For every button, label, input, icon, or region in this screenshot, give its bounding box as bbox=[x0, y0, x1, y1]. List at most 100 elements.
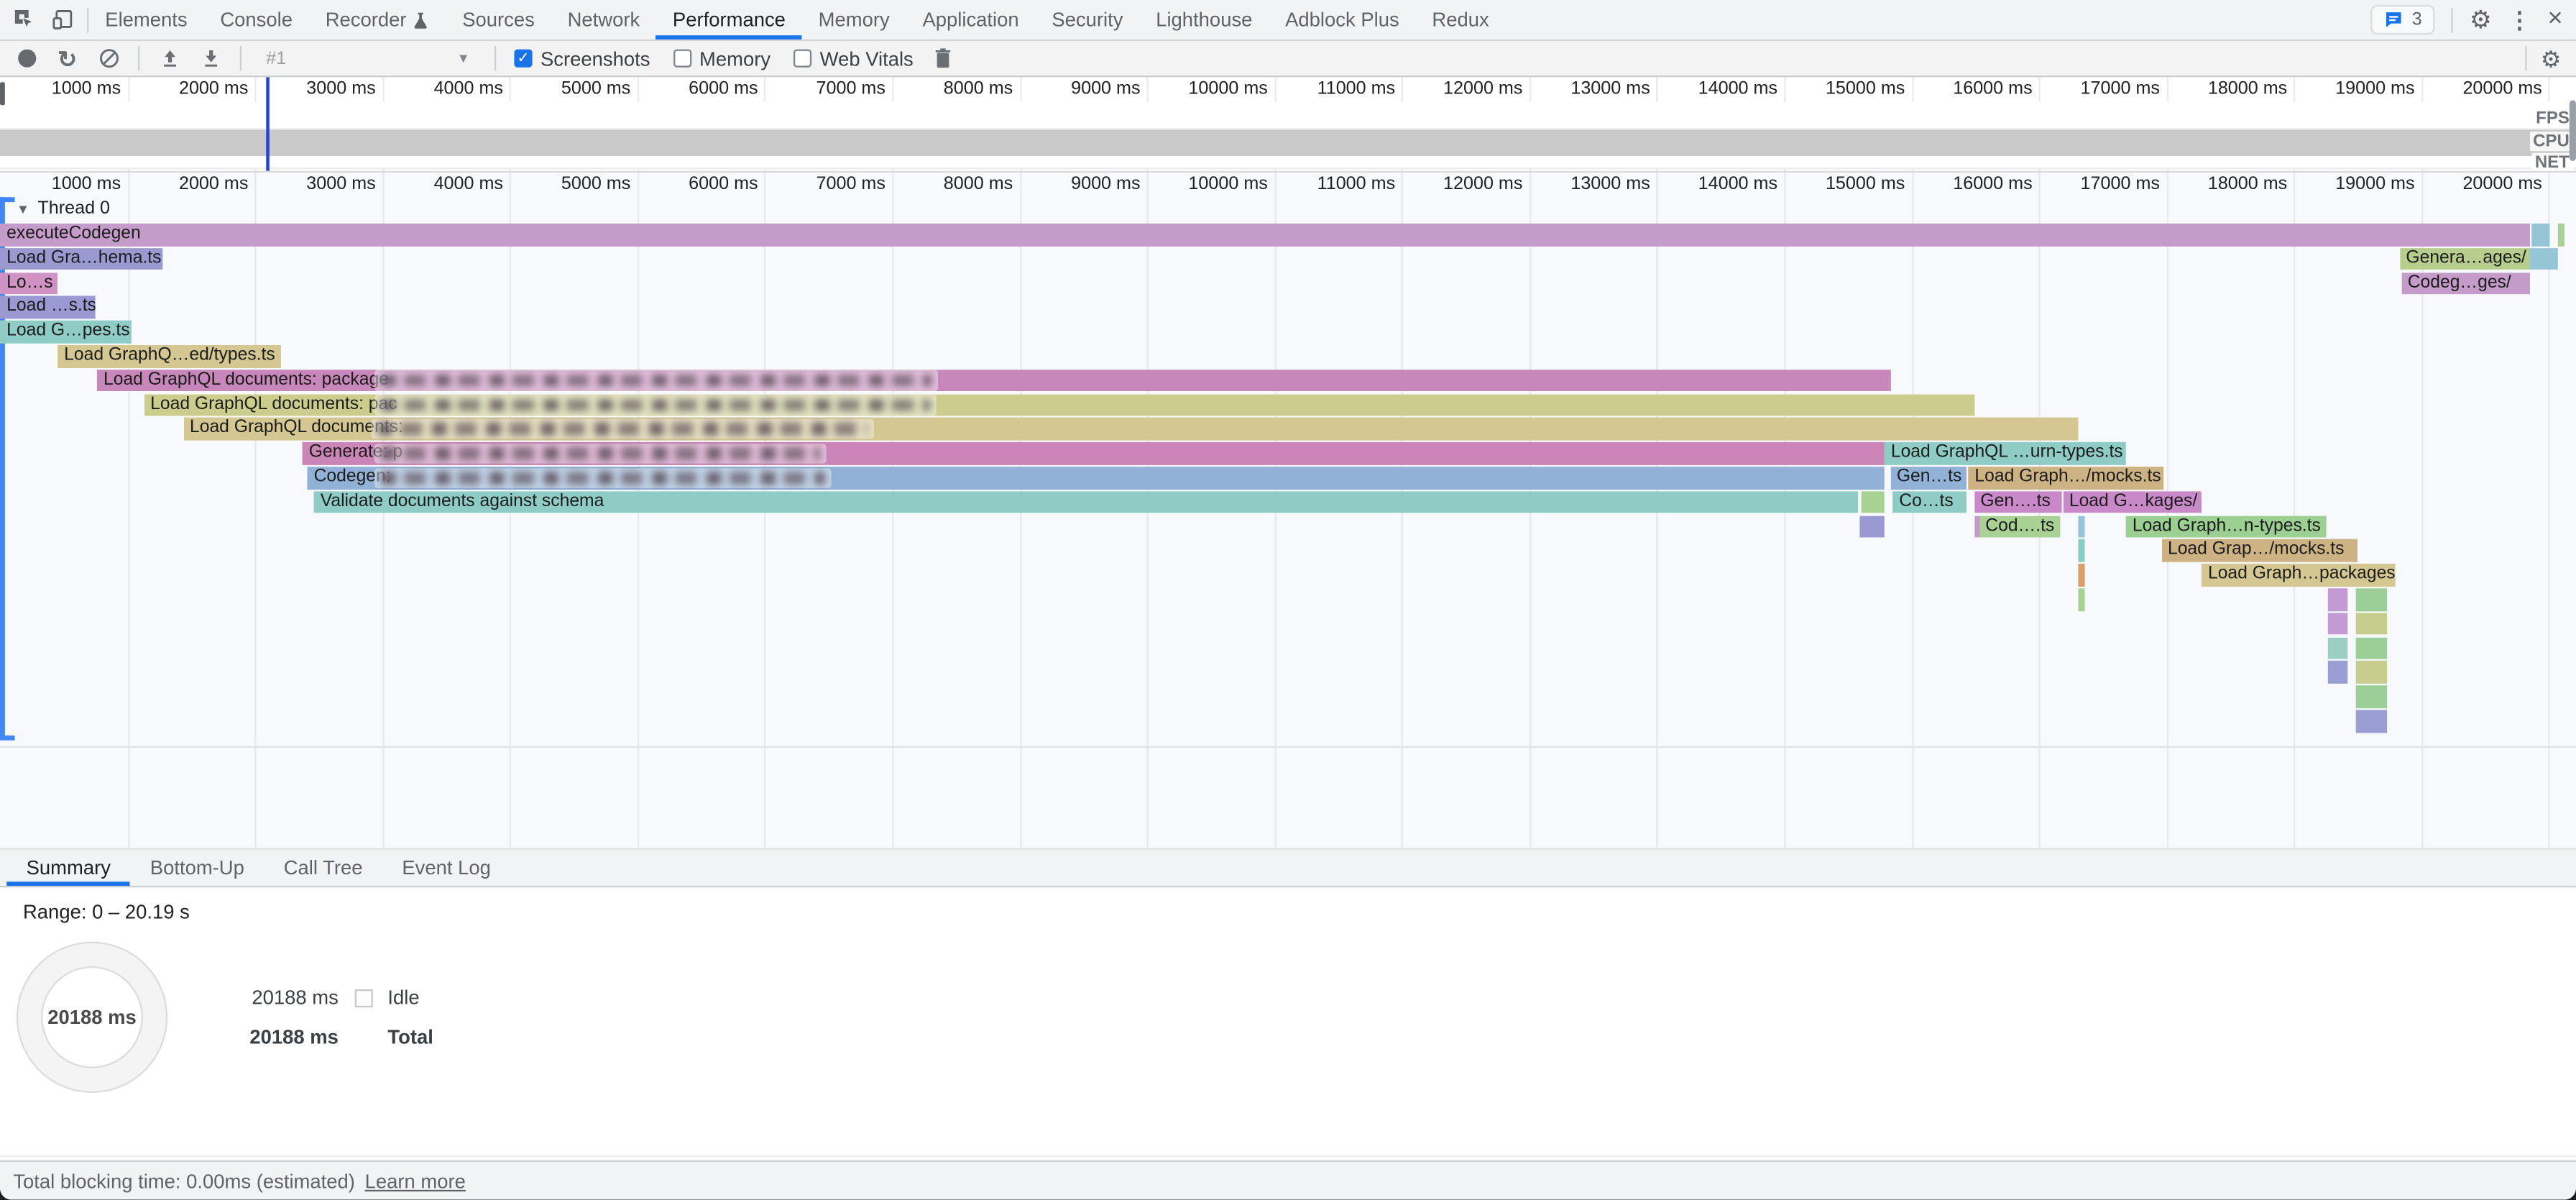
flame-bar[interactable]: Load GraphQL documents: bbox=[183, 418, 2077, 440]
flame-bar[interactable]: Load GraphQ…ed/types.ts bbox=[58, 345, 280, 367]
settings-gear-icon[interactable]: ⚙ bbox=[2470, 7, 2492, 32]
tab-memory[interactable]: Memory bbox=[802, 0, 906, 40]
flame-bar[interactable] bbox=[2356, 686, 2386, 708]
flame-bar[interactable]: Generate: p bbox=[303, 442, 1884, 464]
flame-bar[interactable] bbox=[2328, 661, 2347, 684]
capture-settings-gear-icon[interactable]: ⚙ bbox=[2541, 47, 2562, 70]
ruler-tick: 14000 ms bbox=[1652, 79, 1777, 99]
flame-bar[interactable]: Load Graph…/mocks.ts bbox=[1968, 467, 2163, 489]
flame-bar[interactable]: Load …s.ts bbox=[0, 296, 96, 319]
ruler-tick: 13000 ms bbox=[1525, 174, 1650, 193]
flame-bar[interactable] bbox=[2077, 588, 2084, 610]
flame-ruler: 1000 ms2000 ms3000 ms4000 ms5000 ms6000 … bbox=[0, 173, 2576, 196]
ruler-tick: 6000 ms bbox=[633, 174, 758, 193]
divider bbox=[138, 46, 139, 70]
checkbox-memory[interactable]: Memory bbox=[673, 47, 770, 70]
details-tab-bottom-up[interactable]: Bottom-Up bbox=[130, 850, 264, 886]
collapse-triangle-icon[interactable]: ▼ bbox=[17, 201, 29, 216]
flame-bar[interactable]: Load Grap…/mocks.ts bbox=[2161, 540, 2357, 562]
flame-bar[interactable] bbox=[2077, 540, 2084, 562]
flame-bar[interactable] bbox=[2356, 661, 2386, 684]
flame-bar[interactable]: Load Graph…packages/ bbox=[2202, 564, 2396, 586]
flame-bar[interactable]: Load GraphQL documents: pac bbox=[144, 394, 1974, 416]
overview-left-handle[interactable] bbox=[0, 82, 5, 105]
flame-bar[interactable]: Load G…pes.ts bbox=[0, 321, 132, 343]
checkbox-web-vitals[interactable]: Web Vitals bbox=[794, 47, 914, 70]
tab-lighthouse[interactable]: Lighthouse bbox=[1139, 0, 1269, 40]
flame-bar[interactable] bbox=[2328, 613, 2347, 635]
flame-bar[interactable] bbox=[2356, 710, 2386, 732]
flame-bar[interactable] bbox=[2557, 224, 2564, 246]
learn-more-link[interactable]: Learn more bbox=[365, 1169, 466, 1192]
timeline-overview[interactable]: 1000 ms2000 ms3000 ms4000 ms5000 ms6000 … bbox=[0, 77, 2576, 173]
tab-adblock-plus[interactable]: Adblock Plus bbox=[1269, 0, 1415, 40]
details-tab-event-log[interactable]: Event Log bbox=[382, 850, 510, 886]
clear-button[interactable] bbox=[97, 47, 120, 70]
flame-chart[interactable]: 1000 ms2000 ms3000 ms4000 ms5000 ms6000 … bbox=[0, 173, 2576, 848]
thread-header[interactable]: ▼ Thread 0 bbox=[17, 199, 110, 219]
kebab-menu-icon[interactable]: ⋮ bbox=[2508, 8, 2531, 31]
fps-track: FPS bbox=[0, 102, 2576, 130]
flame-bar[interactable] bbox=[1859, 516, 1884, 538]
reload-and-record-button[interactable]: ↻ bbox=[56, 47, 79, 70]
fps-track-label: FPS bbox=[2533, 109, 2573, 128]
tab-sources[interactable]: Sources bbox=[446, 0, 551, 40]
flame-bar[interactable] bbox=[2356, 613, 2386, 635]
save-profile-button[interactable] bbox=[199, 47, 222, 70]
issues-button[interactable]: 3 bbox=[2370, 5, 2434, 35]
ruler-tick: 15000 ms bbox=[1780, 79, 1905, 99]
tab-redux[interactable]: Redux bbox=[1416, 0, 1506, 40]
inspect-element-icon[interactable] bbox=[13, 8, 36, 31]
flame-bar[interactable]: Load GraphQL documents: package bbox=[97, 370, 1890, 392]
flame-bar[interactable] bbox=[2077, 564, 2084, 586]
flame-bar[interactable]: Codegen: bbox=[307, 467, 1883, 489]
tab-network[interactable]: Network bbox=[551, 0, 656, 40]
flame-bar[interactable] bbox=[2531, 224, 2549, 246]
redacted-blur bbox=[374, 395, 937, 416]
flame-bar[interactable] bbox=[2328, 637, 2347, 659]
ruler-tick: 8000 ms bbox=[888, 174, 1013, 193]
flame-bar[interactable]: Gen…ts bbox=[1890, 467, 1966, 489]
flame-bar[interactable] bbox=[2328, 588, 2347, 610]
flame-bar[interactable]: executeCodegen bbox=[0, 224, 2530, 246]
summary-legend: 20188 msIdle20188 msTotal bbox=[240, 986, 433, 1048]
tab-elements[interactable]: Elements bbox=[88, 0, 203, 40]
divider bbox=[2452, 7, 2453, 32]
load-profile-button[interactable] bbox=[157, 47, 180, 70]
trash-icon[interactable] bbox=[932, 47, 954, 70]
flame-bar[interactable] bbox=[2530, 248, 2557, 270]
flame-bar[interactable]: Load GraphQL …urn-types.ts bbox=[1885, 442, 2126, 464]
tab-application[interactable]: Application bbox=[906, 0, 1036, 40]
flame-bar[interactable] bbox=[2077, 516, 2084, 538]
flame-bar[interactable]: Genera…ages/ bbox=[2399, 248, 2529, 270]
flame-bar[interactable]: Co…ts bbox=[1892, 491, 1966, 513]
overview-scrollbar-thumb[interactable] bbox=[2570, 100, 2576, 161]
cpu-track: CPU bbox=[0, 130, 2576, 157]
flame-bar[interactable]: Load G…kages/ bbox=[2063, 491, 2202, 513]
details-tab-call-tree[interactable]: Call Tree bbox=[264, 850, 382, 886]
flame-bar[interactable] bbox=[2356, 588, 2386, 610]
flame-bar[interactable]: Gen….ts bbox=[1974, 491, 2061, 513]
flame-bar[interactable]: Codeg…ges/ bbox=[2401, 272, 2529, 294]
ruler-tick: 7000 ms bbox=[760, 174, 886, 193]
ruler-tick: 1000 ms bbox=[0, 174, 121, 193]
device-toolbar-icon[interactable] bbox=[51, 8, 74, 31]
flame-bar[interactable]: Load Graph…n-types.ts bbox=[2126, 516, 2327, 538]
flame-bar[interactable] bbox=[1861, 491, 1885, 513]
tab-security[interactable]: Security bbox=[1036, 0, 1140, 40]
checkbox-screenshots[interactable]: ✓Screenshots bbox=[514, 47, 650, 70]
ruler-tick: 9000 ms bbox=[1016, 174, 1141, 193]
details-tab-summary[interactable]: Summary bbox=[6, 850, 130, 886]
flame-bar[interactable] bbox=[2356, 637, 2386, 659]
flame-bar[interactable]: Lo…s bbox=[0, 272, 58, 294]
ruler-tick: 18000 ms bbox=[2163, 174, 2288, 193]
flame-bar[interactable]: Validate documents against schema bbox=[314, 491, 1859, 513]
flame-bar[interactable]: Cod….ts bbox=[1979, 516, 2060, 538]
tab-performance[interactable]: Performance bbox=[656, 0, 802, 40]
profile-select[interactable]: #1 ▼ bbox=[259, 48, 477, 68]
close-devtools-icon[interactable]: × bbox=[2547, 6, 2562, 33]
tab-recorder[interactable]: Recorder bbox=[309, 0, 446, 40]
flame-bar[interactable]: Load Gra…hema.ts bbox=[0, 248, 162, 270]
record-button[interactable] bbox=[15, 47, 38, 70]
tab-console[interactable]: Console bbox=[203, 0, 308, 40]
